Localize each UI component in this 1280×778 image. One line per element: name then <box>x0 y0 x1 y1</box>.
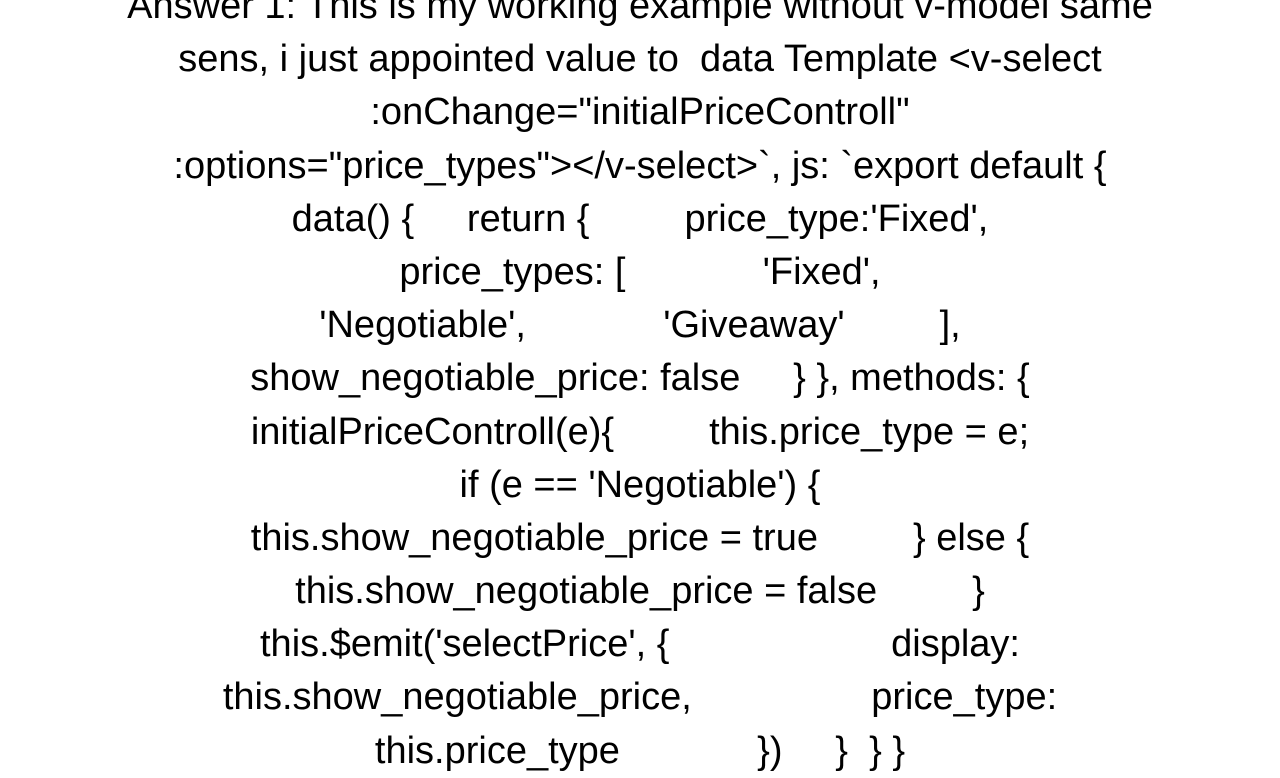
document-content: Answer 1: This is my working example wit… <box>0 0 1280 720</box>
code-text: Answer 1: This is my working example wit… <box>127 0 1153 778</box>
